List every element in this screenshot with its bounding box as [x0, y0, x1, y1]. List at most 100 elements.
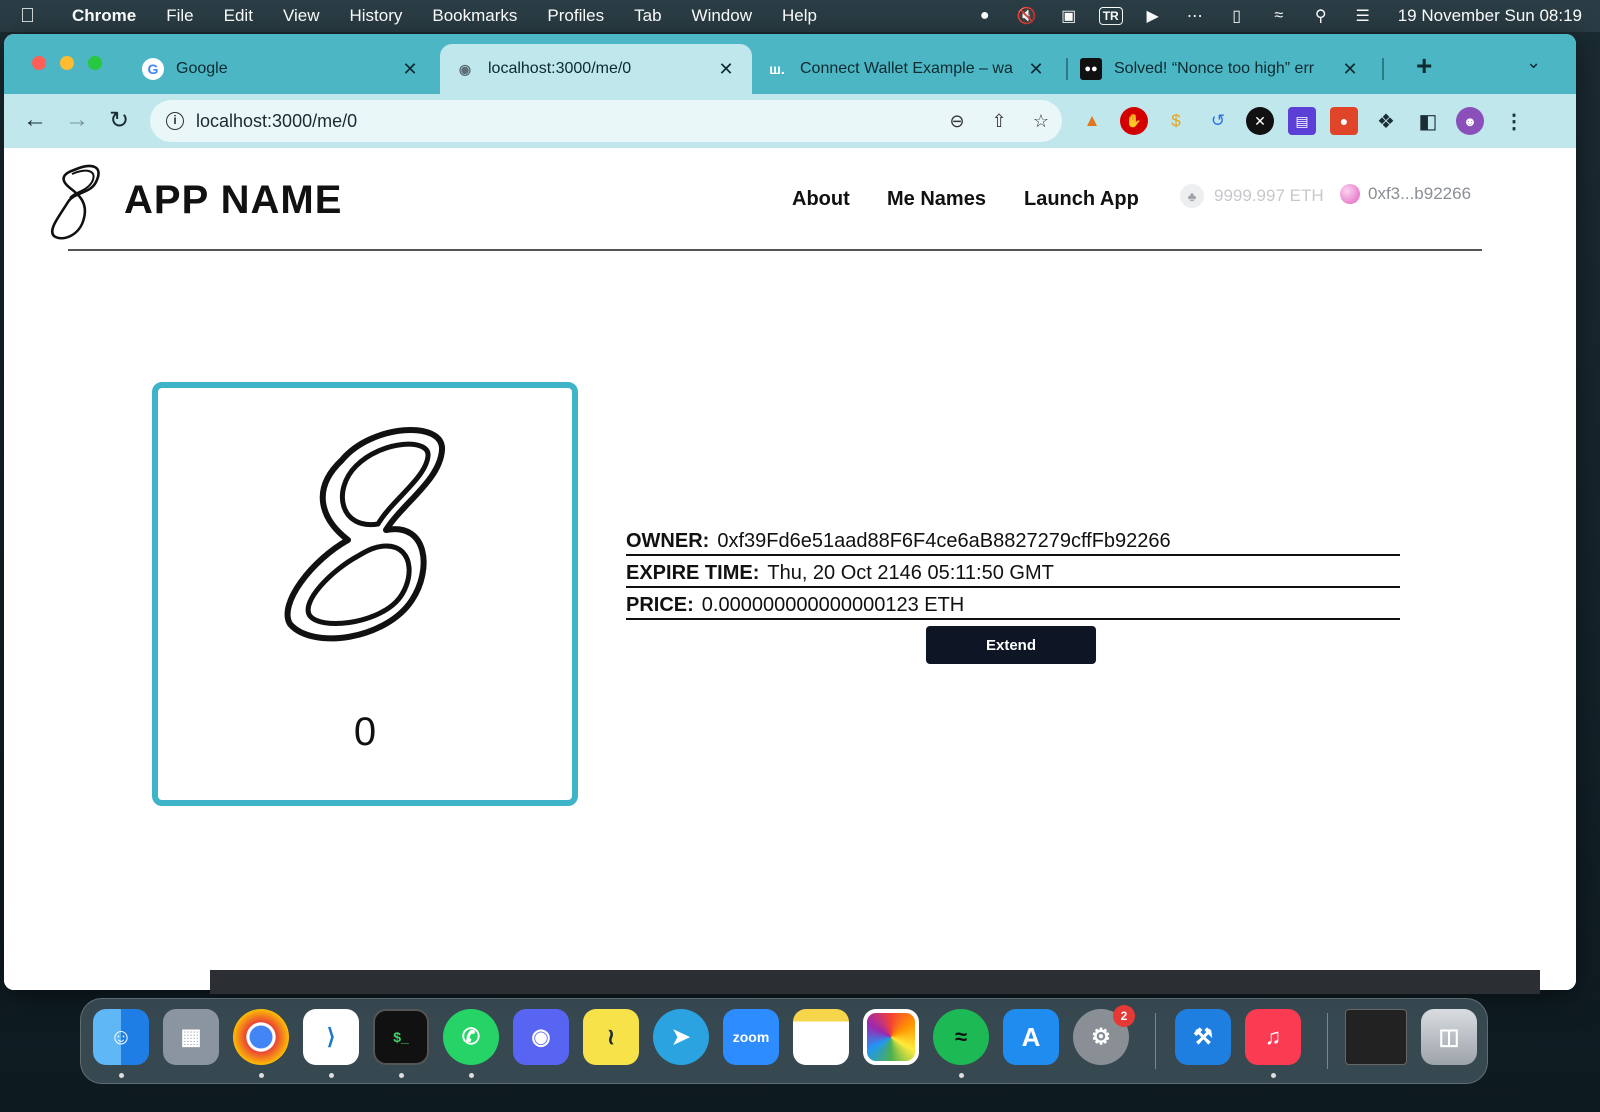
expire-time-value: Thu, 20 Oct 2146 05:11:50 GMT — [767, 561, 1054, 584]
address-url[interactable]: localhost:3000/me/0 — [196, 111, 936, 132]
close-tab-icon[interactable]: ✕ — [714, 59, 738, 80]
minimize-window-button[interactable] — [60, 56, 74, 70]
share-icon[interactable]: ⇧ — [978, 111, 1020, 132]
running-indicator — [119, 1073, 124, 1078]
window-controls — [32, 56, 102, 70]
tab-localhost[interactable]: ◉ localhost:3000/me/0 ✕ — [440, 44, 752, 94]
nav-about-link[interactable]: About — [792, 188, 850, 211]
screen-thumbnail-icon[interactable] — [1345, 1009, 1407, 1065]
menu-tab[interactable]: Tab — [634, 6, 661, 26]
activity-icon[interactable]: ⋯ — [1174, 0, 1216, 32]
dock-separator — [1327, 1013, 1328, 1069]
notes-icon[interactable] — [793, 1009, 849, 1065]
basecamp-icon[interactable]: ≀ — [583, 1009, 639, 1065]
close-tab-icon[interactable]: ✕ — [398, 59, 422, 80]
photos-icon[interactable] — [863, 1009, 919, 1065]
tab-connect-wallet[interactable]: ш. Connect Wallet Example – wa ✕ — [752, 44, 1062, 94]
close-tab-icon[interactable]: ✕ — [1024, 59, 1048, 80]
new-tab-plus-icon[interactable]: + — [1416, 50, 1432, 82]
zoom-out-icon[interactable]: ⊖ — [936, 111, 978, 132]
chrome-icon[interactable] — [233, 1009, 289, 1065]
account-button[interactable]: 0xf3...b92266 — [1340, 184, 1471, 204]
zoom-icon[interactable]: zoom — [723, 1009, 779, 1065]
menu-clock[interactable]: 19 November Sun 08:19 — [1398, 6, 1582, 26]
reload-icon[interactable]: ↻ — [104, 106, 134, 135]
play-icon[interactable]: ▶ — [1132, 0, 1174, 32]
xcode-icon[interactable]: ⚒ — [1175, 1009, 1231, 1065]
spotify-icon[interactable]: ≈ — [933, 1009, 989, 1065]
app-name-title[interactable]: APP NAME — [124, 178, 342, 223]
close-window-button[interactable] — [32, 56, 46, 70]
running-indicator — [259, 1073, 264, 1078]
elephant-icon[interactable]: ● — [964, 0, 1006, 32]
coin-extension-icon[interactable]: $ — [1162, 107, 1190, 135]
metamask-extension-icon[interactable]: ▲ — [1078, 107, 1106, 135]
menu-edit[interactable]: Edit — [224, 6, 253, 26]
whatsapp-icon[interactable]: ✆ — [443, 1009, 499, 1065]
menu-history[interactable]: History — [349, 6, 402, 26]
app-store-icon[interactable]: A — [1003, 1009, 1059, 1065]
sync-extension-icon[interactable]: ↺ — [1204, 107, 1232, 135]
system-settings-icon[interactable]: ⚙ 2 — [1073, 1005, 1135, 1065]
dock-separator — [1155, 1013, 1156, 1069]
running-indicator — [399, 1073, 404, 1078]
profile-avatar[interactable]: ☻ — [1456, 107, 1484, 135]
close-tab-icon[interactable]: ✕ — [1338, 59, 1362, 80]
site-info-icon[interactable]: i — [166, 112, 184, 130]
input-source-label: TR — [1098, 7, 1123, 25]
bookmark-star-icon[interactable]: ☆ — [1020, 111, 1062, 132]
vscode-icon[interactable]: ⟩ — [303, 1009, 359, 1065]
spotlight-search-icon[interactable]: ⚲ — [1300, 0, 1342, 32]
macos-menu-bar:  Chrome File Edit View History Bookmark… — [0, 0, 1600, 32]
discord-icon[interactable]: ◉ — [513, 1009, 569, 1065]
menu-view[interactable]: View — [283, 6, 320, 26]
music-icon[interactable]: ♫ — [1245, 1009, 1301, 1065]
globe-icon: ◉ — [458, 60, 472, 77]
terminal-icon[interactable]: $_ — [373, 1009, 429, 1065]
macos-dock: ☺ ▦ ⟩ $_ ✆ ◉ ≀ ➤ zoom ≈ A ⚙ 2 ⚒ ♫ ◫ — [80, 998, 1488, 1084]
input-source-icon[interactable]: TR — [1090, 0, 1132, 32]
adblock-extension-icon[interactable]: ✋ — [1120, 107, 1148, 135]
telegram-icon[interactable]: ➤ — [653, 1009, 709, 1065]
tab-title: Solved! “Nonce too high” err — [1114, 60, 1315, 77]
app-logo-icon[interactable] — [44, 162, 106, 240]
network-balance[interactable]: ♣ 9999.997 ETH — [1180, 184, 1324, 208]
menu-window[interactable]: Window — [692, 6, 752, 26]
account-avatar — [1340, 184, 1360, 204]
tab-strip: G Google ✕ ◉ localhost:3000/me/0 ✕ ш. Co… — [4, 34, 1576, 94]
browser-menu-icon[interactable]: ⋮ — [1500, 107, 1528, 135]
battery-icon[interactable]: ▯ — [1216, 0, 1258, 32]
tab-search-chevron-icon[interactable]: ⌄ — [1526, 52, 1541, 73]
x-extension-icon[interactable]: ✕ — [1246, 107, 1274, 135]
forward-arrow-icon[interactable]: → — [62, 106, 92, 134]
nav-launch-app-link[interactable]: Launch App — [1024, 188, 1139, 211]
menu-profiles[interactable]: Profiles — [547, 6, 604, 26]
control-center-icon[interactable]: ☰ — [1342, 0, 1384, 32]
finder-icon[interactable]: ☺ — [93, 1009, 149, 1065]
fullscreen-window-button[interactable] — [88, 56, 102, 70]
mute-icon[interactable]: 🔇 — [1006, 0, 1048, 32]
extend-button[interactable]: Extend — [926, 626, 1096, 664]
tab-separator — [1382, 58, 1384, 80]
wifi-icon[interactable]: ≈ — [1258, 0, 1300, 32]
nav-me-names-link[interactable]: Me Names — [887, 188, 986, 211]
launchpad-icon[interactable]: ▦ — [163, 1009, 219, 1065]
tab-medium-article[interactable]: ●● Solved! “Nonce too high” err ✕ — [1066, 44, 1376, 94]
apple-menu-icon[interactable]:  — [20, 5, 58, 28]
menu-app-name[interactable]: Chrome — [72, 6, 136, 26]
owner-label: OWNER: — [626, 529, 710, 552]
screen-mirror-icon[interactable]: ▣ — [1048, 0, 1090, 32]
menu-bookmarks[interactable]: Bookmarks — [432, 6, 517, 26]
expire-time-label: EXPIRE TIME: — [626, 561, 760, 584]
extensions-puzzle-icon[interactable]: ❖ — [1372, 107, 1400, 135]
back-arrow-icon[interactable]: ← — [20, 106, 50, 134]
side-panel-icon[interactable]: ◧ — [1414, 107, 1442, 135]
menu-file[interactable]: File — [166, 6, 193, 26]
price-label: PRICE: — [626, 593, 694, 616]
layout-extension-icon[interactable]: ▤ — [1288, 107, 1316, 135]
trash-icon[interactable]: ◫ — [1421, 1009, 1477, 1065]
tab-google[interactable]: G Google ✕ — [128, 44, 436, 94]
menu-help[interactable]: Help — [782, 6, 817, 26]
address-bar[interactable]: i localhost:3000/me/0 ⊖ ⇧ ☆ — [150, 100, 1062, 142]
key-extension-icon[interactable]: ● — [1330, 107, 1358, 135]
